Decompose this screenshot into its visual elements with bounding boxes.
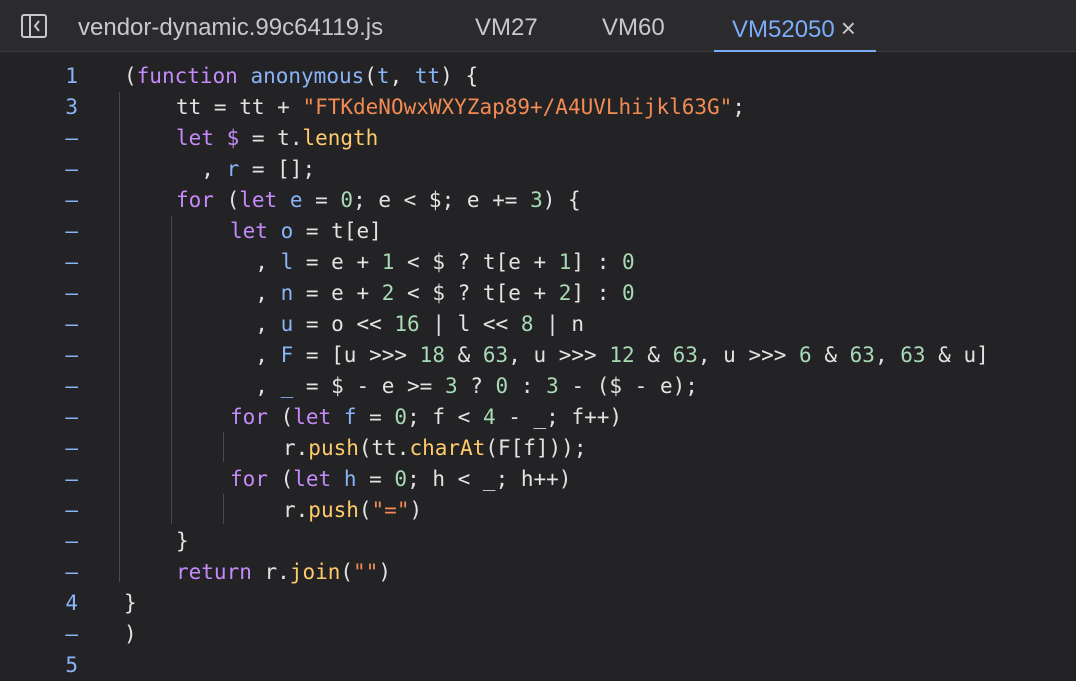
code-text: , u = o << 16 | l << 8 | n (230, 312, 585, 336)
code-line: 4 } (0, 588, 1076, 619)
tab-label: vendor-dynamic.99c64119.js (78, 14, 384, 41)
code-text: , n = e + 2 < $ ? t[e + 2] : 0 (230, 281, 635, 305)
line-number[interactable]: – (0, 495, 78, 526)
code-line: – for (let e = 0; e < $; e += 3) { (0, 185, 1076, 216)
line-number[interactable]: 3 (0, 92, 78, 123)
code-line: – , _ = $ - e >= 3 ? 0 : 3 - ($ - e); (0, 371, 1076, 402)
line-number[interactable]: – (0, 433, 78, 464)
line-number[interactable]: – (0, 371, 78, 402)
code-line: – r.push("=") (0, 495, 1076, 526)
line-number[interactable]: 5 (0, 650, 78, 681)
line-number[interactable]: – (0, 340, 78, 371)
code-line: 3 tt = tt + "FTKdeNOwxWXYZap89+/A4UVLhij… (0, 92, 1076, 123)
tab-vm60[interactable]: VM60 (602, 0, 665, 52)
code-line: – for (let f = 0; f < 4 - _; f++) (0, 402, 1076, 433)
line-number[interactable]: – (0, 123, 78, 154)
code-line: – let o = t[e] (0, 216, 1076, 247)
code-text: } (124, 591, 137, 615)
line-number[interactable]: – (0, 309, 78, 340)
line-number[interactable]: – (0, 216, 78, 247)
tab-vm27[interactable]: VM27 (475, 0, 538, 52)
code-text: let $ = t.length (176, 126, 379, 150)
code-line: – r.push(tt.charAt(F[f])); (0, 433, 1076, 464)
toggle-navigator-icon[interactable] (20, 12, 48, 40)
line-number[interactable]: – (0, 402, 78, 433)
code-text: return r.join("") (176, 560, 391, 584)
tab-vm52050[interactable]: VM52050 × (714, 0, 876, 53)
code-text: , F = [u >>> 18 & 63, u >>> 12 & 63, u >… (230, 343, 989, 367)
code-line: – , r = []; (0, 154, 1076, 185)
code-text: for (let h = 0; h < _; h++) (230, 467, 572, 491)
code-line: – for (let h = 0; h < _; h++) (0, 464, 1076, 495)
code-text: for (let f = 0; f < 4 - _; f++) (230, 405, 623, 429)
line-number[interactable]: – (0, 557, 78, 588)
tab-label: VM60 (602, 14, 665, 41)
line-number[interactable]: – (0, 185, 78, 216)
code-line: – ) (0, 619, 1076, 650)
code-line: – return r.join("") (0, 557, 1076, 588)
code-editor[interactable]: 1 (function anonymous(t, tt) { 3 tt = tt… (0, 52, 1076, 678)
code-text: } (176, 529, 189, 553)
code-text: for (let e = 0; e < $; e += 3) { (176, 188, 581, 212)
code-line: – let $ = t.length (0, 123, 1076, 154)
tab-bar: vendor-dynamic.99c64119.js VM27 VM60 VM5… (0, 0, 1076, 53)
code-text: r.push(tt.charAt(F[f])); (283, 436, 587, 460)
tab-label: VM52050 (732, 16, 835, 43)
code-text: tt = tt + "FTKdeNOwxWXYZap89+/A4UVLhijkl… (176, 95, 745, 119)
code-text: let o = t[e] (230, 219, 382, 243)
code-line: – , F = [u >>> 18 & 63, u >>> 12 & 63, u… (0, 340, 1076, 371)
code-text: , _ = $ - e >= 3 ? 0 : 3 - ($ - e); (230, 374, 698, 398)
code-text: (function anonymous(t, tt) { (124, 64, 479, 88)
line-number[interactable]: – (0, 526, 78, 557)
line-number[interactable]: 1 (0, 61, 78, 92)
code-text: r.push("=") (283, 498, 423, 522)
close-tab-icon[interactable]: × (841, 0, 856, 56)
code-text: , r = []; (176, 157, 316, 181)
line-number[interactable]: – (0, 464, 78, 495)
tab-vendor-dynamic[interactable]: vendor-dynamic.99c64119.js (78, 0, 383, 52)
line-number[interactable]: – (0, 154, 78, 185)
code-line: – , u = o << 16 | l << 8 | n (0, 309, 1076, 340)
code-line: 1 (function anonymous(t, tt) { (0, 61, 1076, 92)
line-number[interactable]: – (0, 278, 78, 309)
code-text: , l = e + 1 < $ ? t[e + 1] : 0 (230, 250, 635, 274)
line-number[interactable]: 4 (0, 588, 78, 619)
code-line: 5 (0, 650, 1076, 681)
code-line: – } (0, 526, 1076, 557)
code-text: ) (124, 622, 137, 646)
code-line: – , l = e + 1 < $ ? t[e + 1] : 0 (0, 247, 1076, 278)
line-number[interactable]: – (0, 619, 78, 650)
line-number[interactable]: – (0, 247, 78, 278)
code-line: – , n = e + 2 < $ ? t[e + 2] : 0 (0, 278, 1076, 309)
tab-label: VM27 (475, 14, 538, 41)
